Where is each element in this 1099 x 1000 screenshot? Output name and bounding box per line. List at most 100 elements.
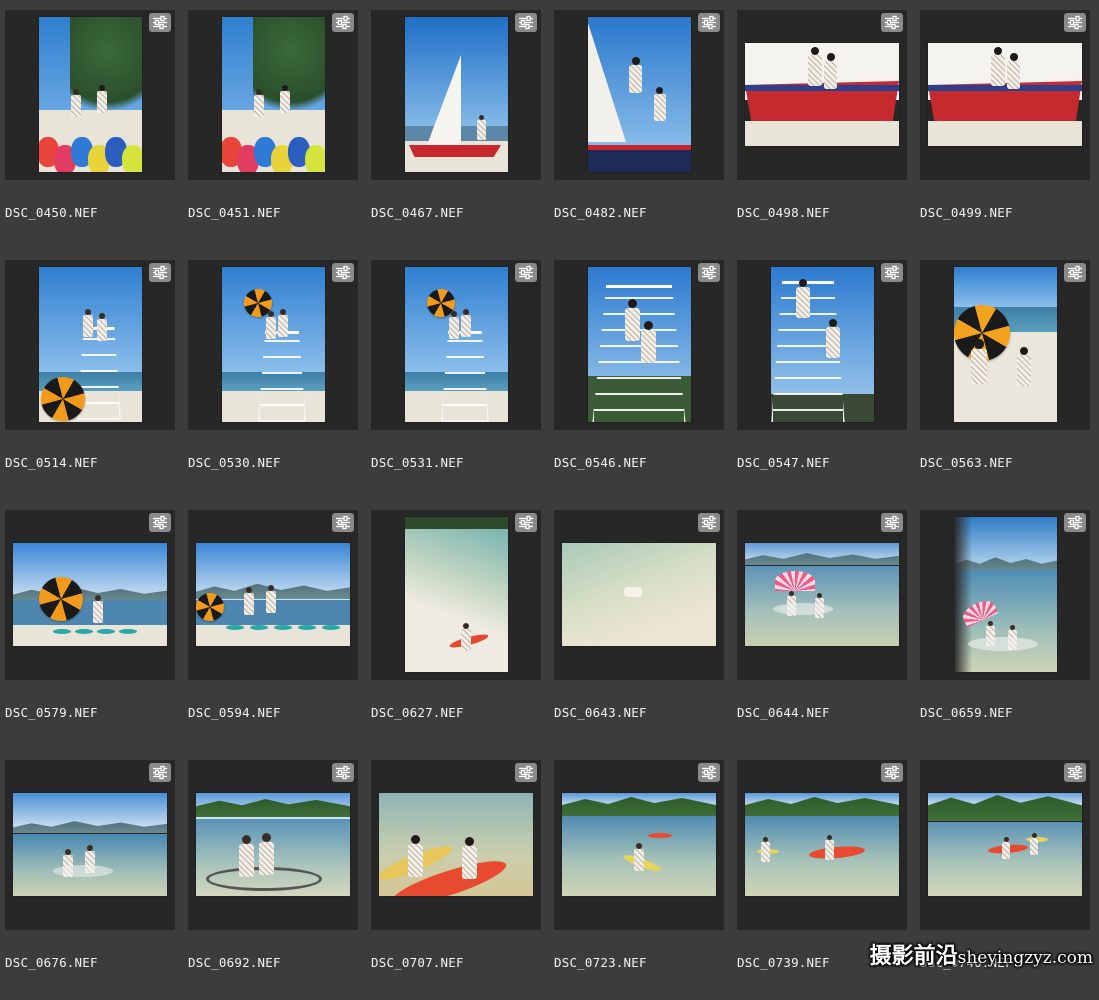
thumbnail-cell[interactable]: DSC_0659.NEF: [915, 500, 1098, 750]
adjustments-badge[interactable]: [149, 513, 171, 532]
adjustments-badge[interactable]: [698, 513, 720, 532]
photo-thumbnail[interactable]: [39, 17, 142, 172]
thumbnail-cell[interactable]: DSC_0643.NEF: [549, 500, 732, 750]
thumbnail-tile[interactable]: [371, 510, 541, 680]
thumbnail-cell[interactable]: DSC_0546.NEF: [549, 250, 732, 500]
thumbnail-tile[interactable]: [554, 260, 724, 430]
photo-thumbnail[interactable]: [745, 793, 899, 896]
adjustments-badge[interactable]: [332, 263, 354, 282]
photo-thumbnail[interactable]: [588, 267, 691, 422]
thumbnail-cell[interactable]: DSC_0467.NEF: [366, 0, 549, 250]
photo-thumbnail[interactable]: [196, 543, 350, 646]
thumbnail-tile[interactable]: [920, 760, 1090, 930]
adjustments-badge[interactable]: [698, 263, 720, 282]
photo-thumbnail[interactable]: [405, 517, 508, 672]
file-name[interactable]: DSC_0659.NEF: [920, 705, 1013, 720]
thumbnail-tile[interactable]: [188, 10, 358, 180]
photo-thumbnail[interactable]: [562, 793, 716, 896]
file-name[interactable]: DSC_0644.NEF: [737, 705, 830, 720]
thumbnail-tile[interactable]: [371, 760, 541, 930]
adjustments-badge[interactable]: [332, 13, 354, 32]
file-name[interactable]: DSC_0707.NEF: [371, 955, 464, 970]
file-name[interactable]: DSC_0451.NEF: [188, 205, 281, 220]
thumbnail-tile[interactable]: [737, 260, 907, 430]
thumbnail-cell[interactable]: DSC_0498.NEF: [732, 0, 915, 250]
photo-thumbnail[interactable]: [405, 17, 508, 172]
adjustments-badge[interactable]: [881, 513, 903, 532]
file-name[interactable]: DSC_0547.NEF: [737, 455, 830, 470]
adjustments-badge[interactable]: [1064, 763, 1086, 782]
adjustments-badge[interactable]: [515, 763, 537, 782]
file-name[interactable]: DSC_0692.NEF: [188, 955, 281, 970]
thumbnail-cell[interactable]: DSC_0644.NEF: [732, 500, 915, 750]
thumbnail-cell[interactable]: DSC_0579.NEF: [0, 500, 183, 750]
thumbnail-cell[interactable]: DSC_0514.NEF: [0, 250, 183, 500]
thumbnail-cell[interactable]: DSC_0482.NEF: [549, 0, 732, 250]
adjustments-badge[interactable]: [698, 13, 720, 32]
adjustments-badge[interactable]: [881, 763, 903, 782]
photo-thumbnail[interactable]: [928, 793, 1082, 896]
photo-thumbnail[interactable]: [954, 267, 1057, 422]
thumbnail-cell[interactable]: DSC_0723.NEF: [549, 750, 732, 1000]
thumbnail-tile[interactable]: [554, 760, 724, 930]
file-name[interactable]: DSC_0499.NEF: [920, 205, 1013, 220]
thumbnail-cell[interactable]: DSC_0499.NEF: [915, 0, 1098, 250]
thumbnail-cell[interactable]: DSC_0692.NEF: [183, 750, 366, 1000]
adjustments-badge[interactable]: [881, 263, 903, 282]
thumbnail-tile[interactable]: [737, 510, 907, 680]
adjustments-badge[interactable]: [149, 263, 171, 282]
photo-thumbnail[interactable]: [222, 267, 325, 422]
photo-thumbnail[interactable]: [928, 43, 1082, 146]
file-name[interactable]: DSC_0514.NEF: [5, 455, 98, 470]
adjustments-badge[interactable]: [698, 763, 720, 782]
thumbnail-cell[interactable]: DSC_0563.NEF: [915, 250, 1098, 500]
thumbnail-tile[interactable]: [371, 260, 541, 430]
file-name[interactable]: DSC_0531.NEF: [371, 455, 464, 470]
photo-thumbnail[interactable]: [39, 267, 142, 422]
photo-thumbnail[interactable]: [13, 793, 167, 896]
thumbnail-cell[interactable]: DSC_0676.NEF: [0, 750, 183, 1000]
adjustments-badge[interactable]: [1064, 13, 1086, 32]
file-name[interactable]: DSC_0627.NEF: [371, 705, 464, 720]
photo-thumbnail[interactable]: [562, 543, 716, 646]
photo-thumbnail[interactable]: [13, 543, 167, 646]
thumbnail-tile[interactable]: [737, 10, 907, 180]
adjustments-badge[interactable]: [881, 13, 903, 32]
thumbnail-cell[interactable]: DSC_0594.NEF: [183, 500, 366, 750]
thumbnail-tile[interactable]: [920, 510, 1090, 680]
file-name[interactable]: DSC_0530.NEF: [188, 455, 281, 470]
thumbnail-cell[interactable]: DSC_0531.NEF: [366, 250, 549, 500]
photo-thumbnail[interactable]: [405, 267, 508, 422]
thumbnail-tile[interactable]: [554, 510, 724, 680]
file-name[interactable]: DSC_0723.NEF: [554, 955, 647, 970]
file-name[interactable]: DSC_0676.NEF: [5, 955, 98, 970]
photo-thumbnail[interactable]: [954, 517, 1057, 672]
file-name[interactable]: DSC_0546.NEF: [554, 455, 647, 470]
thumbnail-tile[interactable]: [5, 510, 175, 680]
thumbnail-cell[interactable]: DSC_0530.NEF: [183, 250, 366, 500]
thumbnail-cell[interactable]: DSC_0450.NEF: [0, 0, 183, 250]
file-name[interactable]: DSC_0467.NEF: [371, 205, 464, 220]
thumbnail-cell[interactable]: DSC_0451.NEF: [183, 0, 366, 250]
adjustments-badge[interactable]: [515, 513, 537, 532]
thumbnail-tile[interactable]: [737, 760, 907, 930]
photo-thumbnail[interactable]: [196, 793, 350, 896]
photo-thumbnail[interactable]: [222, 17, 325, 172]
adjustments-badge[interactable]: [1064, 513, 1086, 532]
thumbnail-tile[interactable]: [5, 260, 175, 430]
adjustments-badge[interactable]: [515, 13, 537, 32]
adjustments-badge[interactable]: [332, 763, 354, 782]
thumbnail-tile[interactable]: [188, 510, 358, 680]
thumbnail-cell[interactable]: DSC_0707.NEF: [366, 750, 549, 1000]
photo-thumbnail[interactable]: [771, 267, 874, 422]
file-name[interactable]: DSC_0482.NEF: [554, 205, 647, 220]
file-name[interactable]: DSC_0563.NEF: [920, 455, 1013, 470]
file-name[interactable]: DSC_0579.NEF: [5, 705, 98, 720]
thumbnail-tile[interactable]: [920, 260, 1090, 430]
thumbnail-cell[interactable]: DSC_0547.NEF: [732, 250, 915, 500]
thumbnail-tile[interactable]: [188, 760, 358, 930]
thumbnail-tile[interactable]: [188, 260, 358, 430]
adjustments-badge[interactable]: [515, 263, 537, 282]
adjustments-badge[interactable]: [332, 513, 354, 532]
file-name[interactable]: DSC_0450.NEF: [5, 205, 98, 220]
